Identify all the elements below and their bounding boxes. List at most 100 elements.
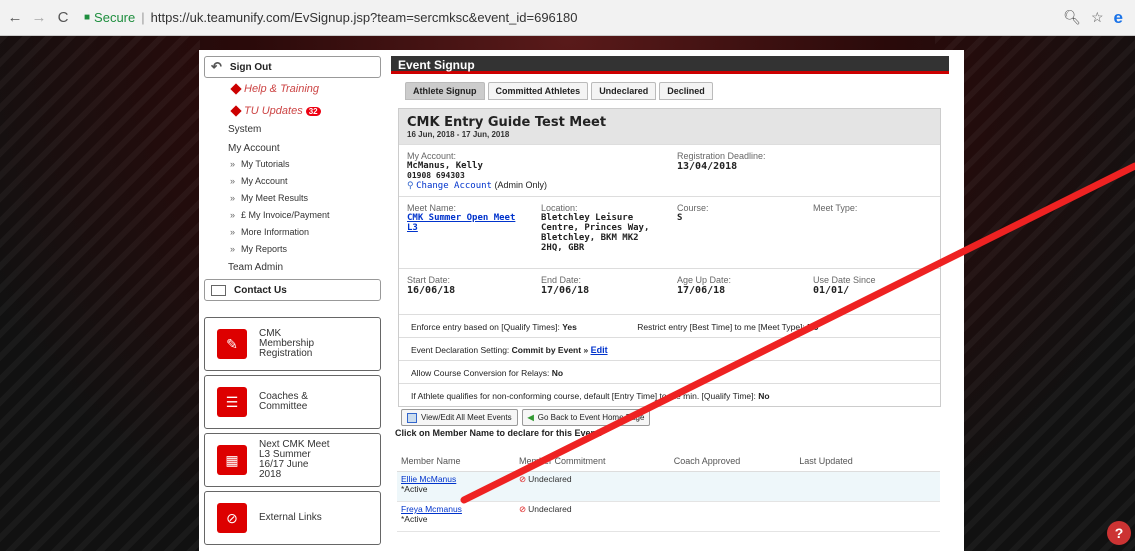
option-declaration: Event Declaration Setting: Commit by Eve… xyxy=(399,337,940,360)
change-account-link[interactable]: Change Account xyxy=(416,181,492,191)
button-label: Go Back to Event Home Page xyxy=(537,413,645,422)
contact-label: Contact Us xyxy=(234,284,287,296)
ageup-label: Age Up Date: xyxy=(677,275,732,285)
sidebar-item-meet-results[interactable]: » My Meet Results xyxy=(230,190,381,207)
help-button[interactable]: ? xyxy=(1107,521,1131,545)
sidebar-item-label: £ My Invoice/Payment xyxy=(241,210,330,220)
option-course-conversion: Allow Course Conversion for Relays: No xyxy=(399,360,940,383)
sidebar-item-invoice[interactable]: » £ My Invoice/Payment xyxy=(230,207,381,224)
deadline-value: 13/04/2018 xyxy=(677,161,738,172)
sidebar-item-label: More Information xyxy=(241,227,310,237)
tile-next-meet[interactable]: ▦ Next CMK Meet L3 Summer 16/17 June 201… xyxy=(204,433,381,487)
main-content: Event Signup Athlete Signup Committed At… xyxy=(391,56,949,532)
chevron-right-icon: » xyxy=(230,159,236,169)
account-name: McManus, Kelly xyxy=(407,161,483,171)
sign-out-label: Sign Out xyxy=(229,61,272,73)
mail-icon xyxy=(211,284,226,296)
tile-external-links[interactable]: ⊘ External Links xyxy=(204,491,381,545)
compass-icon: ⊘ xyxy=(217,503,247,533)
tile-membership[interactable]: ✎ CMK Membership Registration xyxy=(204,317,381,371)
sidebar-item-label: My Meet Results xyxy=(241,193,309,203)
meet-name-label: Meet Name: xyxy=(407,203,457,213)
sidebar-team-admin[interactable]: Team Admin xyxy=(228,260,381,275)
sign-out-icon: ↶ xyxy=(211,59,222,74)
chevron-right-icon: » xyxy=(230,193,236,203)
tab-committed-athletes[interactable]: Committed Athletes xyxy=(487,82,589,100)
meet-info-row: Meet Name: CMK Summer Open Meet L3 Locat… xyxy=(399,196,940,268)
ageup-value: 17/06/18 xyxy=(677,285,726,296)
sign-out-button[interactable]: ↶ Sign Out xyxy=(204,56,381,78)
chevron-right-icon: » xyxy=(230,227,236,237)
tab-declined[interactable]: Declined xyxy=(659,82,713,100)
location-label: Location: xyxy=(541,203,578,213)
view-edit-events-button[interactable]: View/Edit All Meet Events xyxy=(401,409,518,426)
opt-value: No xyxy=(551,368,564,378)
member-commitment: Undeclared xyxy=(528,474,572,484)
course-label: Course: xyxy=(677,203,709,213)
account-phone: 01908 694303 xyxy=(407,171,465,180)
member-name-link[interactable]: Freya Mcmanus xyxy=(401,504,519,514)
start-value: 16/06/18 xyxy=(407,285,456,296)
calendar-icon: ▦ xyxy=(217,445,247,475)
account-row: My Account: McManus, Kelly 01908 694303 … xyxy=(399,144,940,196)
action-buttons: View/Edit All Meet Events ◀ Go Back to E… xyxy=(401,409,949,426)
opt-label: Allow Course Conversion for Relays: xyxy=(411,368,550,378)
chevron-right-icon: » xyxy=(230,176,236,186)
usedate-value: 01/01/ xyxy=(813,285,850,296)
meet-dates: 16 Jun, 2018 - 17 Jun, 2018 xyxy=(407,130,510,139)
reload-icon[interactable]: C xyxy=(54,9,72,26)
sidebar-my-account-head[interactable]: My Account xyxy=(228,141,381,156)
sidebar-item-label: My Account xyxy=(241,176,288,186)
admin-only-note: (Admin Only) xyxy=(494,180,547,190)
sidebar-item-label: My Tutorials xyxy=(241,159,290,169)
member-name-link[interactable]: Ellie McManus xyxy=(401,474,519,484)
forward-icon[interactable]: → xyxy=(30,9,48,26)
help-training-link[interactable]: Help & Training xyxy=(230,78,381,100)
location-value: Bletchley Leisure Centre, Princes Way, B… xyxy=(541,213,650,253)
opt-label: Enforce entry based on [Qualify Times]: xyxy=(411,322,560,332)
tile-label: CMK Membership Registration xyxy=(259,328,315,359)
sidebar-item-tutorials[interactable]: » My Tutorials xyxy=(230,156,381,173)
sidebar-item-account[interactable]: » My Account xyxy=(230,173,381,190)
tab-athlete-signup[interactable]: Athlete Signup xyxy=(405,82,485,100)
account-label: My Account: xyxy=(407,151,457,161)
sidebar-item-more-info[interactable]: » More Information xyxy=(230,224,381,241)
tile-label: External Links xyxy=(259,512,322,523)
sidebar-system[interactable]: System xyxy=(228,122,381,137)
opt-label: If Athlete qualifies for non-conforming … xyxy=(411,391,756,401)
membership-icon: ✎ xyxy=(217,329,247,359)
tile-label: Coaches & Committee xyxy=(259,391,308,412)
help-label: Help & Training xyxy=(244,83,319,95)
search-icon: ⚲ xyxy=(407,180,414,190)
zoom-icon[interactable]: 🔍︎ xyxy=(1063,9,1081,26)
ie-extension-icon[interactable]: e xyxy=(1114,8,1123,28)
table-row: Ellie McManus *Active ⊘ Undeclared xyxy=(397,472,940,502)
col-commitment: Member Commitment xyxy=(519,456,606,466)
meet-panel: CMK Entry Guide Test Meet 16 Jun, 2018 -… xyxy=(398,108,941,407)
tu-updates-link[interactable]: TU Updates 32 xyxy=(230,100,381,122)
edit-link[interactable]: Edit xyxy=(591,345,608,355)
col-coach-approved: Coach Approved xyxy=(673,456,741,466)
back-icon[interactable]: ← xyxy=(6,9,24,26)
meet-name-link[interactable]: CMK Summer Open Meet L3 xyxy=(407,213,517,233)
star-icon[interactable]: ☆ xyxy=(1091,9,1104,26)
contact-us-button[interactable]: Contact Us xyxy=(204,279,381,301)
opt-value: Commit by Event » xyxy=(511,345,589,355)
tab-undeclared[interactable]: Undeclared xyxy=(591,82,657,100)
background-texture xyxy=(935,36,1135,551)
table-row: Freya Mcmanus *Active ⊘ Undeclared xyxy=(397,502,940,532)
sidebar-item-reports[interactable]: » My Reports xyxy=(230,241,381,258)
separator: | xyxy=(141,10,145,25)
member-status: *Active xyxy=(401,484,428,494)
button-label: View/Edit All Meet Events xyxy=(421,413,512,422)
option-enforce: Enforce entry based on [Qualify Times]: … xyxy=(399,314,940,337)
content-page: ↶ Sign Out Help & Training TU Updates 32… xyxy=(199,50,964,551)
chevron-right-icon: » xyxy=(230,210,236,220)
url-text[interactable]: https://uk.teamunify.com/EvSignup.jsp?te… xyxy=(151,10,578,25)
tile-coaches[interactable]: ☰ Coaches & Committee xyxy=(204,375,381,429)
address-bar[interactable]: ■ Secure | https://uk.teamunify.com/EvSi… xyxy=(84,10,577,25)
undeclared-icon: ⊘ xyxy=(519,474,527,484)
opt-value: No xyxy=(758,391,770,401)
go-back-button[interactable]: ◀ Go Back to Event Home Page xyxy=(521,409,651,426)
member-status: *Active xyxy=(401,514,428,524)
